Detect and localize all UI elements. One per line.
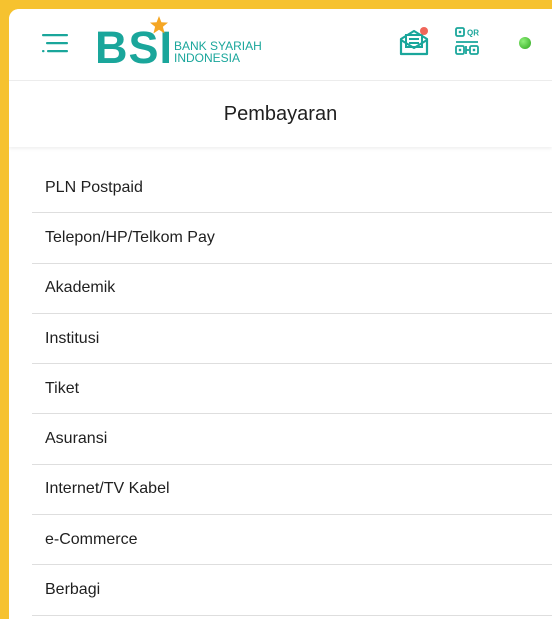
page-title: Pembayaran xyxy=(223,103,338,125)
menu-item-akademik[interactable]: Akademik xyxy=(32,264,552,314)
svg-text:QR: QR xyxy=(467,29,479,38)
qr-code-icon[interactable]: QR xyxy=(455,27,479,57)
star-icon xyxy=(149,15,169,35)
menu-item-berbagi[interactable]: Berbagi xyxy=(32,565,552,616)
page-title-bar: Pembayaran xyxy=(9,81,552,147)
app-header: BSI BANK SYARIAH INDONESIA QR xyxy=(9,9,552,81)
logo-line-2: INDONESIA xyxy=(174,51,241,65)
menu-item-tiket[interactable]: Tiket xyxy=(32,364,552,415)
menu-item-internet-tv-kabel[interactable]: Internet/TV Kabel xyxy=(32,465,552,516)
menu-item-telepon-hp-telkom-pay[interactable]: Telepon/HP/Telkom Pay xyxy=(32,213,552,264)
payment-menu-list: PLN Postpaid Telepon/HP/Telkom Pay Akade… xyxy=(32,163,552,616)
device-frame: BSI BANK SYARIAH INDONESIA QR Pembayaran… xyxy=(0,0,552,619)
bsi-logo: BSI BANK SYARIAH INDONESIA xyxy=(95,15,295,75)
app-screen: BSI BANK SYARIAH INDONESIA QR Pembayaran… xyxy=(9,9,552,619)
menu-item-e-commerce[interactable]: e-Commerce xyxy=(32,515,552,566)
mail-notification-icon[interactable] xyxy=(398,26,430,58)
menu-item-institusi[interactable]: Institusi xyxy=(32,314,552,365)
menu-item-pln-postpaid[interactable]: PLN Postpaid xyxy=(32,163,552,214)
hamburger-menu-icon[interactable] xyxy=(41,31,69,55)
logo-bank-name: BANK SYARIAH INDONESIA xyxy=(174,40,262,64)
menu-item-asuransi[interactable]: Asuransi xyxy=(32,414,552,465)
online-status-icon xyxy=(519,37,531,49)
